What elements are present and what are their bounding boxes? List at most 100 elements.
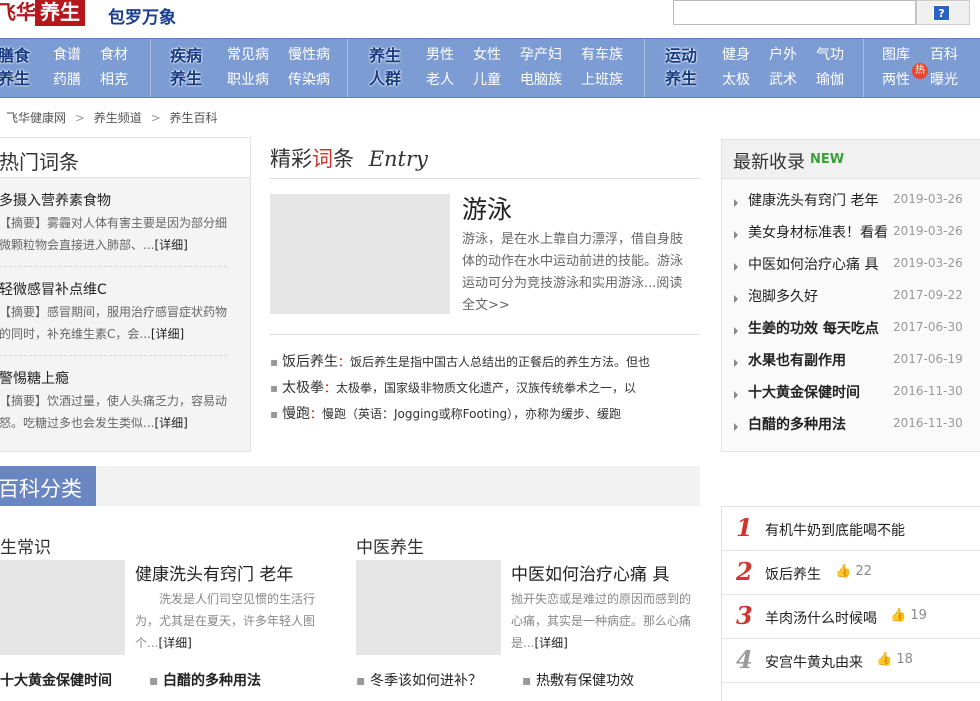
entry-bullet[interactable]: ▪ 饭后养生：饭后养生是指中国古人总结出的正餐后的养生方法。但也 [270, 351, 650, 371]
nav-link[interactable]: 百科 [930, 47, 958, 63]
search-button[interactable]: ? [916, 0, 970, 25]
nav-link[interactable]: 常见病 [227, 47, 269, 63]
entry-desc-line: 体的动作在水中运动前进的技能。游泳 [462, 254, 684, 269]
latest-item-title[interactable]: 中医如何治疗心痛 具 [748, 254, 878, 274]
entry-bullet-title[interactable]: 饭后养生 [282, 354, 338, 370]
latest-item-title[interactable]: 十大黄金保健时间 [748, 382, 860, 402]
nav-cat-line: 养生 [0, 69, 30, 88]
rank-number: 1 [736, 513, 753, 542]
entry-bullet-title[interactable]: 慢跑 [282, 406, 310, 422]
baike-col-image[interactable] [356, 560, 501, 655]
baike-desc-line: 是... [511, 636, 535, 650]
hot-item-desc-line: 的同时，补充维生素C，会... [0, 327, 151, 341]
entry-section-title: 精彩词条 Entry [270, 143, 428, 173]
nav-link[interactable]: 传染病 [288, 72, 330, 88]
rank-item-title[interactable]: 饭后养生 [765, 564, 821, 584]
baike-col-image[interactable] [0, 560, 125, 655]
detail-link[interactable]: [详细] [154, 238, 187, 252]
logo-right[interactable]: 养生 [35, 0, 85, 26]
baike-link-label: 热敷有保健功效 [535, 673, 634, 689]
slogan: 包罗万象 [108, 8, 176, 28]
latest-item-date: 2019-03-26 [893, 192, 963, 206]
nav-link[interactable]: 上班族 [581, 72, 623, 88]
detail-link[interactable]: [详细] [158, 636, 191, 650]
read-more-link[interactable]: 全文>> [462, 295, 702, 317]
logo-left[interactable]: 飞华 [0, 0, 36, 26]
baike-desc-line: 心痛，其实是一种病症。那么心痛 [511, 614, 692, 628]
baike-col-title[interactable]: 健康洗头有窍门 老年 [135, 560, 293, 585]
nav-cat-sport[interactable]: 运动 养生 [658, 44, 704, 90]
nav-link[interactable]: 有车族 [581, 47, 623, 63]
arrow-icon [734, 352, 738, 371]
nav-link[interactable]: 儿童 [473, 72, 501, 88]
rank-number: 2 [736, 557, 753, 586]
like-count-value: 22 [855, 564, 872, 579]
nav-link[interactable]: 女性 [473, 47, 501, 63]
detail-link[interactable]: [详细] [151, 327, 184, 341]
detail-link[interactable]: [详细] [154, 416, 187, 430]
baike-link[interactable]: 十大黄金保健时间 [0, 670, 112, 690]
nav-link[interactable]: 瑜伽 [816, 72, 844, 88]
entry-bullet-title[interactable]: 太极拳 [282, 380, 324, 396]
nav-link[interactable]: 男性 [426, 47, 454, 63]
rank-item-title[interactable]: 有机牛奶到底能喝不能 [765, 520, 905, 540]
nav-link[interactable]: 职业病 [227, 72, 269, 88]
nav-link[interactable]: 健身 [722, 47, 750, 63]
latest-item-title[interactable]: 健康洗头有窍门 老年 [748, 190, 878, 210]
baike-link[interactable]: ▪ 冬季该如何进补？ [356, 670, 482, 690]
search-input[interactable] [673, 0, 916, 25]
nav-cat-people[interactable]: 养生 人群 [362, 44, 408, 90]
nav-cat-disease[interactable]: 疾病 养生 [163, 44, 209, 90]
hot-item-title[interactable]: 多摄入营养素食物 [0, 190, 111, 210]
hot-entries-panel: 热门词条 多摄入营养素食物 【摘要】雾霾对人体有害主要是因为部分细 微颗粒物会直… [0, 137, 251, 452]
baike-link[interactable]: ▪ 白醋的多种用法 [149, 670, 261, 690]
hot-item-desc-line: 怒。吃糖过多也会发生类似... [0, 416, 155, 430]
nav-cat-line: 运动 [664, 46, 697, 65]
latest-item-title[interactable]: 美女身材标准表！看看 [748, 222, 888, 242]
nav-link[interactable]: 食谱 [53, 47, 81, 63]
baike-col-title[interactable]: 中医如何治疗心痛 具 [511, 560, 669, 585]
entry-image[interactable] [270, 194, 450, 314]
entry-bullet[interactable]: ▪ 太极拳：太极拳，国家级非物质文化遗产，汉族传统拳术之一，以 [270, 377, 636, 397]
nav-link[interactable]: 相克 [100, 72, 128, 88]
nav-link[interactable]: 气功 [816, 47, 844, 63]
latest-item-date: 2017-09-22 [893, 288, 963, 302]
hot-item-title[interactable]: 警惕糖上瘾 [0, 368, 69, 388]
nav-link[interactable]: 孕产妇 [520, 47, 562, 63]
baike-link[interactable]: ▪ 热敷有保健功效 [522, 670, 634, 690]
entry-title-part: 词 [312, 147, 333, 171]
nav-link[interactable]: 慢性病 [288, 47, 330, 63]
nav-link[interactable]: 电脑族 [520, 72, 562, 88]
hot-item-title[interactable]: 轻微感冒补点维C [0, 279, 107, 299]
nav-divider [150, 39, 151, 97]
nav-link[interactable]: 图库 [882, 47, 910, 63]
nav-link[interactable]: 户外 [769, 47, 797, 63]
latest-item-title[interactable]: 泡脚多久好 [748, 286, 818, 306]
nav-link[interactable]: 两性 [882, 72, 910, 88]
rank-item-title[interactable]: 安宫牛黄丸由来 [765, 652, 863, 672]
arrow-icon [734, 256, 738, 275]
nav-link[interactable]: 曝光 [930, 72, 958, 88]
baike-col-heading[interactable]: 中医养生 [356, 533, 424, 558]
baike-tab[interactable]: 百科分类 [0, 466, 96, 506]
breadcrumb-link[interactable]: 养生频道 [94, 111, 142, 125]
nav-link[interactable]: 药膳 [53, 72, 81, 88]
latest-item-title[interactable]: 生姜的功效 每天吃点 [748, 318, 879, 338]
nav-cat-diet[interactable]: 膳食 养生 [0, 44, 34, 90]
latest-item-date: 2019-03-26 [893, 256, 963, 270]
entry-main-title[interactable]: 游泳 [462, 190, 512, 226]
nav-link[interactable]: 食材 [100, 47, 128, 63]
baike-col-heading[interactable]: 生常识 [0, 533, 51, 558]
nav-link[interactable]: 太极 [722, 72, 750, 88]
nav-link[interactable]: 老人 [426, 72, 454, 88]
hot-badge: 热 [912, 63, 928, 79]
breadcrumb-sep: > [150, 111, 161, 125]
rank-item-title[interactable]: 羊肉汤什么时候喝 [765, 608, 877, 628]
breadcrumb-link[interactable]: 飞华健康网 [6, 111, 66, 125]
entry-bullet[interactable]: ▪ 慢跑：慢跑（英语：Jogging或称Footing），亦称为缓步、缓跑 [270, 403, 621, 423]
divider [722, 594, 980, 595]
nav-link[interactable]: 武术 [769, 72, 797, 88]
latest-item-title[interactable]: 水果也有副作用 [748, 350, 846, 370]
latest-item-title[interactable]: 白醋的多种用法 [748, 414, 846, 434]
detail-link[interactable]: [详细] [534, 636, 567, 650]
